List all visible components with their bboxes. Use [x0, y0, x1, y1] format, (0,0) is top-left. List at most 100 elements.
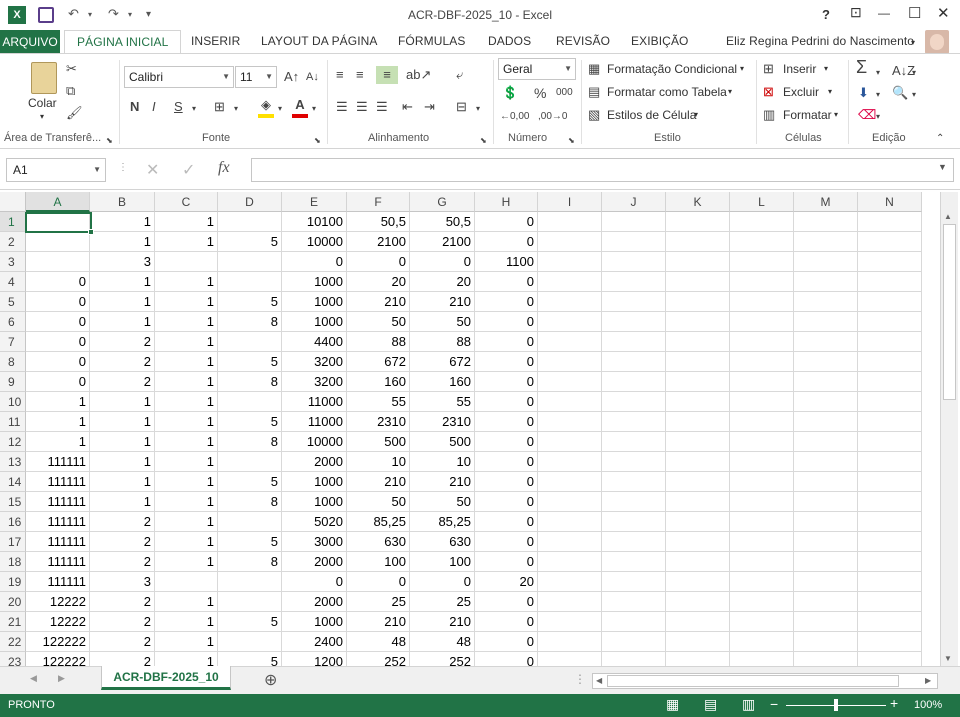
- cell-k13[interactable]: [666, 452, 730, 472]
- font-color-dropdown-icon[interactable]: ▾: [312, 100, 316, 118]
- avatar[interactable]: [925, 30, 949, 54]
- cell-j17[interactable]: [602, 532, 666, 552]
- cell-e19[interactable]: 0: [282, 572, 347, 592]
- user-dropdown-icon[interactable]: ▾: [911, 38, 915, 47]
- increase-font-icon[interactable]: A↑: [284, 68, 299, 86]
- cell-j21[interactable]: [602, 612, 666, 632]
- cell-i13[interactable]: [538, 452, 602, 472]
- cell-b21[interactable]: 2: [90, 612, 155, 632]
- row-header[interactable]: 8: [0, 352, 26, 372]
- cell-g2[interactable]: 2100: [410, 232, 475, 252]
- cell-c10[interactable]: 1: [155, 392, 218, 412]
- format-as-table-button[interactable]: Formatar como Tabela: [607, 85, 727, 99]
- cell-n5[interactable]: [858, 292, 922, 312]
- cell-i21[interactable]: [538, 612, 602, 632]
- underline-dropdown-icon[interactable]: ▾: [192, 100, 196, 118]
- column-header-f[interactable]: F: [347, 192, 410, 212]
- row-header[interactable]: 15: [0, 492, 26, 512]
- cell-i23[interactable]: [538, 652, 602, 666]
- page-break-view-icon[interactable]: ▥: [742, 696, 755, 713]
- cell-e7[interactable]: 4400: [282, 332, 347, 352]
- cell-e15[interactable]: 1000: [282, 492, 347, 512]
- horizontal-scrollbar[interactable]: ◀ ▶: [592, 673, 938, 689]
- cell-g1[interactable]: 50,5: [410, 212, 475, 232]
- align-right-icon[interactable]: ☰: [376, 98, 388, 116]
- cell-l17[interactable]: [730, 532, 794, 552]
- cell-e16[interactable]: 5020: [282, 512, 347, 532]
- cell-j5[interactable]: [602, 292, 666, 312]
- cell-b4[interactable]: 1: [90, 272, 155, 292]
- cell-k4[interactable]: [666, 272, 730, 292]
- cell-g9[interactable]: 160: [410, 372, 475, 392]
- scroll-left-icon[interactable]: ◀: [596, 676, 602, 685]
- cell-m7[interactable]: [794, 332, 858, 352]
- cell-b12[interactable]: 1: [90, 432, 155, 452]
- cell-d15[interactable]: 8: [218, 492, 282, 512]
- insert-function-icon[interactable]: fx: [218, 159, 230, 177]
- cell-n21[interactable]: [858, 612, 922, 632]
- cell-a14[interactable]: 111111: [26, 472, 90, 492]
- cell-c4[interactable]: 1: [155, 272, 218, 292]
- cell-f2[interactable]: 2100: [347, 232, 410, 252]
- cell-e13[interactable]: 2000: [282, 452, 347, 472]
- cell-i6[interactable]: [538, 312, 602, 332]
- cell-k6[interactable]: [666, 312, 730, 332]
- ribbon-display-options-button[interactable]: ⊡: [850, 4, 862, 21]
- fill-dropdown-icon[interactable]: ▾: [876, 86, 880, 104]
- tab-data[interactable]: DADOS: [488, 34, 531, 48]
- cell-h16[interactable]: 0: [475, 512, 538, 532]
- cell-d18[interactable]: 8: [218, 552, 282, 572]
- zoom-in-icon[interactable]: +: [890, 695, 898, 711]
- cell-a20[interactable]: 12222: [26, 592, 90, 612]
- cell-b16[interactable]: 2: [90, 512, 155, 532]
- cell-l7[interactable]: [730, 332, 794, 352]
- cell-f16[interactable]: 85,25: [347, 512, 410, 532]
- row-header[interactable]: 14: [0, 472, 26, 492]
- formula-input[interactable]: [251, 158, 954, 182]
- cell-c17[interactable]: 1: [155, 532, 218, 552]
- cell-c5[interactable]: 1: [155, 292, 218, 312]
- cell-e11[interactable]: 11000: [282, 412, 347, 432]
- cell-a3[interactable]: [26, 252, 90, 272]
- column-header-e[interactable]: E: [282, 192, 347, 212]
- cell-f13[interactable]: 10: [347, 452, 410, 472]
- cell-j23[interactable]: [602, 652, 666, 666]
- alignment-launcher-icon[interactable]: ⬊: [480, 132, 487, 150]
- cell-f7[interactable]: 88: [347, 332, 410, 352]
- cell-n4[interactable]: [858, 272, 922, 292]
- percent-button[interactable]: %: [534, 84, 546, 102]
- cell-d17[interactable]: 5: [218, 532, 282, 552]
- conditional-format-dropdown-icon[interactable]: ▾: [740, 64, 744, 73]
- cell-k14[interactable]: [666, 472, 730, 492]
- cell-d22[interactable]: [218, 632, 282, 652]
- paste-icon[interactable]: [31, 62, 57, 94]
- cell-j12[interactable]: [602, 432, 666, 452]
- align-left-icon[interactable]: ☰: [336, 98, 348, 116]
- cell-i5[interactable]: [538, 292, 602, 312]
- cell-g12[interactable]: 500: [410, 432, 475, 452]
- cell-l12[interactable]: [730, 432, 794, 452]
- cell-f23[interactable]: 252: [347, 652, 410, 666]
- cell-d8[interactable]: 5: [218, 352, 282, 372]
- tab-review[interactable]: REVISÃO: [556, 34, 610, 48]
- insert-dropdown-icon[interactable]: ▾: [824, 64, 828, 73]
- cell-m22[interactable]: [794, 632, 858, 652]
- cell-f12[interactable]: 500: [347, 432, 410, 452]
- cell-d20[interactable]: [218, 592, 282, 612]
- font-color-icon[interactable]: A: [292, 96, 308, 118]
- column-header-l[interactable]: L: [730, 192, 794, 212]
- cell-h19[interactable]: 20: [475, 572, 538, 592]
- cell-f17[interactable]: 630: [347, 532, 410, 552]
- cell-m9[interactable]: [794, 372, 858, 392]
- align-bottom-icon[interactable]: ≡: [376, 66, 398, 84]
- cell-a4[interactable]: 0: [26, 272, 90, 292]
- cell-b6[interactable]: 1: [90, 312, 155, 332]
- cell-l9[interactable]: [730, 372, 794, 392]
- cell-l16[interactable]: [730, 512, 794, 532]
- cell-m10[interactable]: [794, 392, 858, 412]
- delete-dropdown-icon[interactable]: ▾: [828, 87, 832, 96]
- cell-b23[interactable]: 2: [90, 652, 155, 666]
- tab-split-grip-icon[interactable]: ⋮: [574, 672, 586, 686]
- currency-icon[interactable]: 💲: [502, 84, 518, 102]
- cell-c19[interactable]: [155, 572, 218, 592]
